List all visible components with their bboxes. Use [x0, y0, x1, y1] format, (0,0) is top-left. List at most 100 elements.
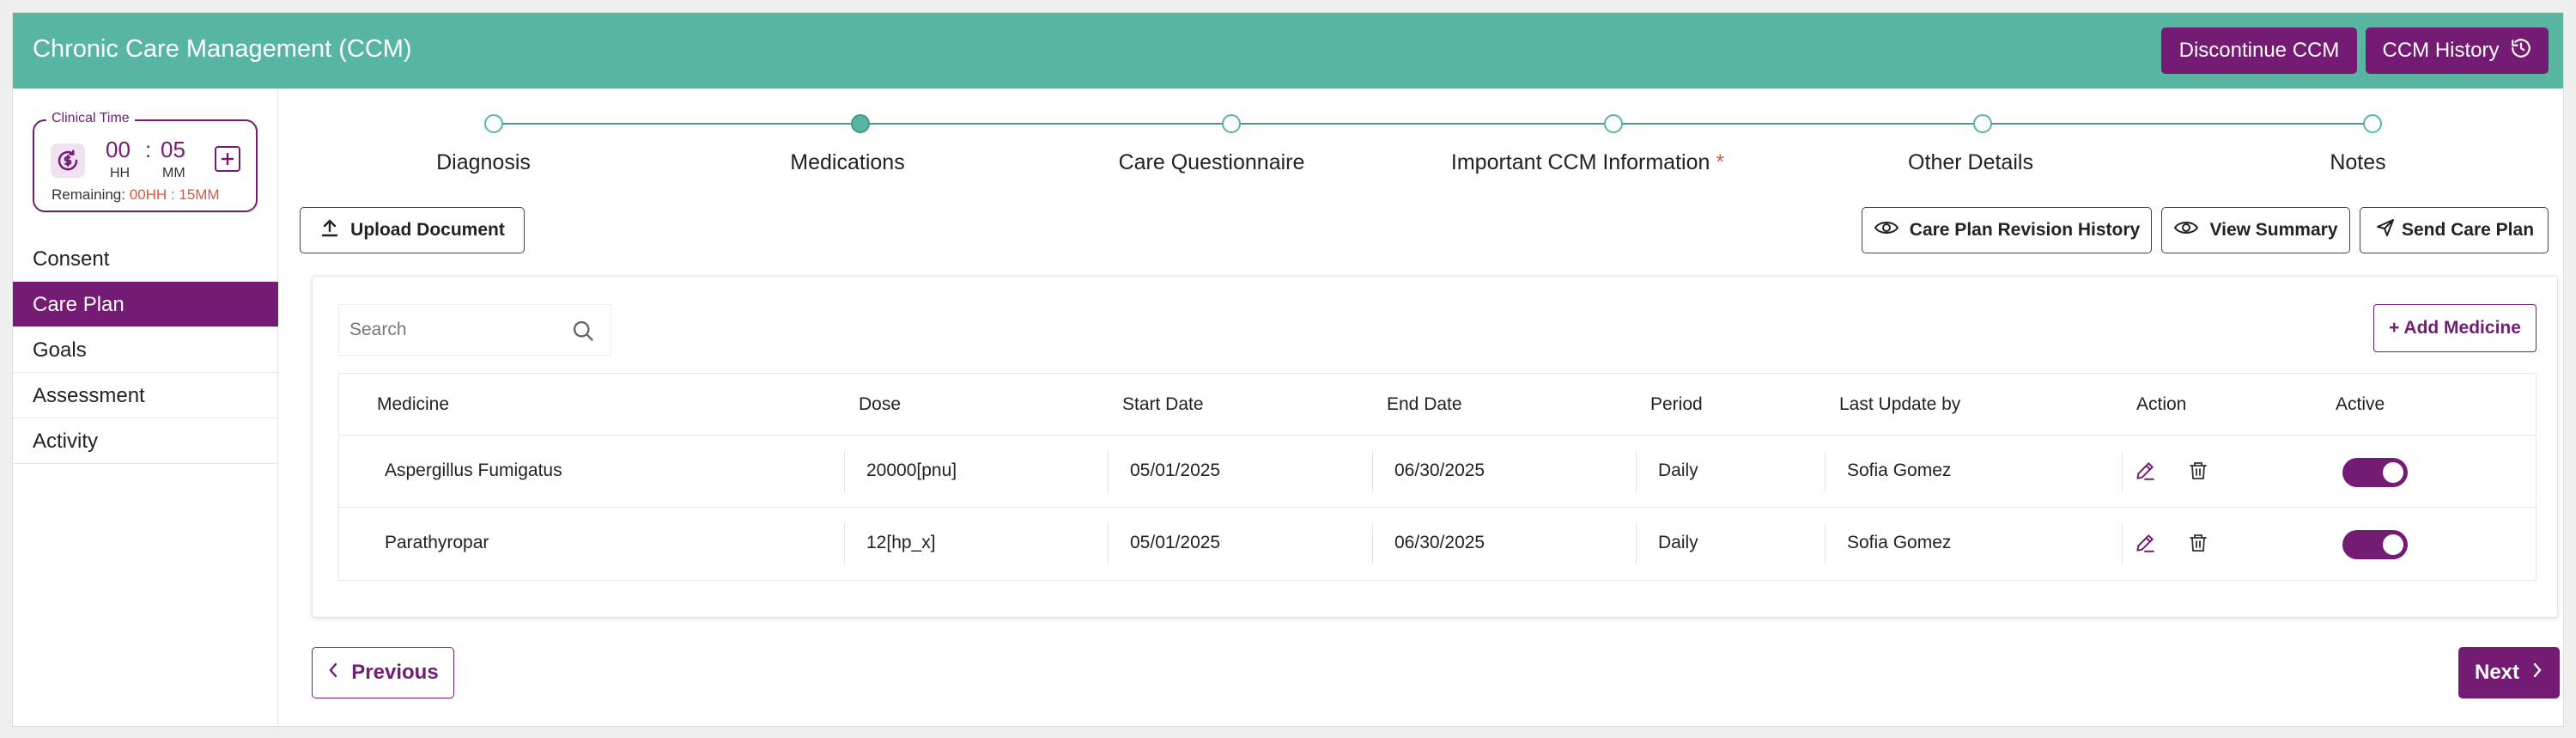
- search-box: [338, 304, 611, 356]
- sidebar-item-care-plan[interactable]: Care Plan: [13, 282, 278, 327]
- cell-period: Daily: [1658, 533, 1698, 552]
- next-button[interactable]: Next: [2458, 647, 2560, 698]
- clinical-hours-label: HH: [110, 166, 131, 180]
- column-header-action: Action: [2136, 394, 2187, 414]
- toggle-knob: [2383, 462, 2403, 483]
- delete-icon[interactable]: [2185, 458, 2211, 484]
- step-label-medications[interactable]: Medications: [790, 150, 904, 175]
- cell-medicine: Aspergillus Fumigatus: [385, 460, 562, 480]
- cell-divider: [1372, 451, 1373, 492]
- step-dot-care-questionnaire[interactable]: [1222, 114, 1241, 133]
- cell-end-date: 06/30/2025: [1394, 533, 1485, 552]
- cell-start-date: 05/01/2025: [1130, 533, 1221, 552]
- eye-icon: [1874, 219, 1899, 241]
- send-care-plan-button[interactable]: Send Care Plan: [2360, 207, 2549, 253]
- cell-divider: [1636, 451, 1637, 492]
- add-medicine-button[interactable]: + Add Medicine: [2373, 304, 2537, 352]
- cell-medicine: Parathyropar: [385, 533, 489, 552]
- ccm-app-window: Chronic Care Management (CCM) Discontinu…: [12, 12, 2564, 728]
- send-icon: [2374, 217, 2397, 243]
- eye-icon: [2173, 219, 2199, 241]
- step-label-important-ccm-information: Important CCM Information: [1450, 150, 1710, 174]
- edit-icon[interactable]: [2132, 458, 2158, 484]
- column-header-last-update-by: Last Update by: [1839, 394, 1961, 414]
- view-summary-label: View Summary: [2209, 220, 2338, 240]
- clinical-time-widget: Clinical Time 00 HH : 05 MM Remaining: 0…: [33, 111, 258, 212]
- column-header-start-date: Start Date: [1122, 394, 1204, 414]
- care-plan-revision-history-label: Care Plan Revision History: [1909, 220, 2141, 240]
- cell-divider: [1825, 451, 1826, 492]
- step-label-notes[interactable]: Notes: [2330, 150, 2385, 175]
- chevron-left-icon: [327, 661, 339, 685]
- plus-icon: [222, 153, 234, 165]
- step-label-diagnosis[interactable]: Diagnosis: [436, 150, 531, 175]
- clinical-hours-value: 00: [106, 137, 131, 162]
- step-label-other-details[interactable]: Other Details: [1908, 150, 2033, 175]
- ccm-history-label: CCM History: [2382, 39, 2500, 62]
- search-input[interactable]: [349, 320, 564, 340]
- column-header-medicine: Medicine: [377, 394, 450, 414]
- sidebar: Clinical Time 00 HH : 05 MM Remaining: 0…: [13, 88, 278, 728]
- previous-label: Previous: [351, 661, 439, 684]
- active-toggle[interactable]: [2342, 530, 2408, 559]
- cell-divider: [1372, 523, 1373, 564]
- stepper-track: [494, 123, 2374, 125]
- care-plan-revision-history-button[interactable]: Care Plan Revision History: [1862, 207, 2152, 253]
- time-separator: :: [145, 137, 152, 162]
- cell-last-update-by: Sofia Gomez: [1847, 460, 1952, 480]
- sidebar-item-goals[interactable]: Goals: [13, 327, 278, 373]
- edit-icon[interactable]: [2132, 530, 2158, 556]
- remaining-value: 00HH : 15MM: [129, 186, 220, 203]
- table-header: Medicine Dose Start Date End Date Period…: [339, 374, 2536, 436]
- page-title: Chronic Care Management (CCM): [33, 35, 412, 63]
- sidebar-menu: Consent Care Plan Goals Assessment Activ…: [13, 236, 278, 464]
- cell-divider: [844, 523, 845, 564]
- step-important-ccm-information[interactable]: Important CCM Information *: [1451, 150, 1724, 175]
- clinical-minutes-value: 05: [161, 137, 185, 162]
- column-header-active: Active: [2336, 394, 2385, 414]
- sidebar-item-assessment[interactable]: Assessment: [13, 373, 278, 418]
- medications-card: + Add Medicine Medicine Dose Start Date …: [312, 276, 2558, 618]
- cell-divider: [1636, 523, 1637, 564]
- cell-start-date: 05/01/2025: [1130, 460, 1221, 480]
- cell-divider: [1108, 523, 1109, 564]
- timer-dollar-icon: [51, 143, 85, 178]
- next-label: Next: [2474, 661, 2520, 684]
- view-summary-button[interactable]: View Summary: [2161, 207, 2350, 253]
- discontinue-ccm-button[interactable]: Discontinue CCM: [2161, 27, 2357, 74]
- sidebar-item-consent[interactable]: Consent: [13, 236, 278, 282]
- cell-divider: [844, 451, 845, 492]
- delete-icon[interactable]: [2185, 530, 2211, 556]
- step-dot-notes[interactable]: [2363, 114, 2382, 133]
- previous-button[interactable]: Previous: [312, 647, 454, 698]
- step-dot-other-details[interactable]: [1973, 114, 1992, 133]
- table-row: Parathyropar 12[hp_x] 05/01/2025 06/30/2…: [339, 508, 2536, 580]
- cell-divider: [1108, 451, 1109, 492]
- step-dot-diagnosis[interactable]: [484, 114, 503, 133]
- cell-dose: 20000[pnu]: [866, 460, 957, 480]
- upload-document-button[interactable]: Upload Document: [300, 207, 525, 253]
- remaining-time: Remaining: 00HH : 15MM: [52, 186, 220, 204]
- discontinue-ccm-label: Discontinue CCM: [2178, 39, 2340, 62]
- step-dot-important-ccm-information[interactable]: [1604, 114, 1623, 133]
- medications-table: Medicine Dose Start Date End Date Period…: [338, 373, 2537, 581]
- cell-last-update-by: Sofia Gomez: [1847, 533, 1952, 552]
- header-bar: Chronic Care Management (CCM) Discontinu…: [13, 13, 2563, 88]
- cell-divider: [2122, 523, 2123, 564]
- clinical-time-legend: Clinical Time: [46, 111, 135, 126]
- active-toggle[interactable]: [2342, 458, 2408, 487]
- cell-divider: [1825, 523, 1826, 564]
- cell-end-date: 06/30/2025: [1394, 460, 1485, 480]
- upload-document-label: Upload Document: [350, 220, 505, 240]
- required-marker: *: [1716, 150, 1725, 174]
- step-label-care-questionnaire[interactable]: Care Questionnaire: [1119, 150, 1305, 175]
- toggle-knob: [2383, 534, 2403, 555]
- ccm-history-button[interactable]: CCM History: [2366, 27, 2549, 74]
- chevron-right-icon: [2531, 661, 2543, 685]
- search-icon[interactable]: [571, 319, 595, 347]
- cell-period: Daily: [1658, 460, 1698, 480]
- history-icon: [2510, 37, 2532, 65]
- step-dot-medications[interactable]: [851, 114, 870, 133]
- add-time-button[interactable]: [215, 146, 240, 172]
- sidebar-item-activity[interactable]: Activity: [13, 418, 278, 464]
